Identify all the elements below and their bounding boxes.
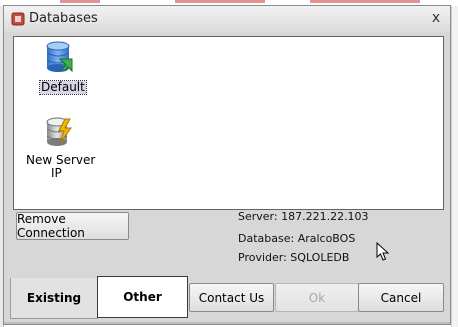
window-app-icon — [11, 12, 25, 26]
server-info: Server: 187.221.22.103 — [238, 210, 369, 223]
tab-existing[interactable]: Existing — [10, 278, 98, 319]
background-text-fragment — [175, 0, 265, 3]
provider-info: Provider: SQLOLEDB — [238, 251, 350, 264]
database-item-new-server-ip[interactable]: New Server IP — [18, 115, 98, 185]
databases-dialog: Databases x Default New Server IP Remove… — [3, 5, 451, 325]
remove-connection-button[interactable]: Remove Connection — [16, 212, 129, 240]
database-label-new-server-line2: IP — [51, 166, 62, 180]
database-list[interactable]: Default New Server IP — [13, 36, 444, 210]
ok-button[interactable]: Ok — [275, 283, 359, 312]
database-info: Database: AralcoBOS — [238, 232, 356, 245]
contact-us-button[interactable]: Contact Us — [189, 283, 274, 312]
new-server-database-icon — [46, 117, 72, 146]
close-icon[interactable]: x — [427, 8, 445, 28]
dialog-bottom-edge — [4, 322, 450, 324]
background-text-fragment — [310, 0, 420, 3]
window-title: Databases — [29, 11, 98, 26]
database-label-default: Default — [39, 80, 87, 95]
background-window-edge-right — [451, 6, 458, 327]
background-text-fragment — [60, 0, 100, 3]
tab-other[interactable]: Other — [97, 276, 188, 318]
mouse-cursor-icon — [376, 242, 390, 261]
database-item-default[interactable]: Default — [28, 39, 88, 99]
database-default-icon — [46, 41, 73, 73]
title-bar[interactable]: Databases x — [4, 6, 450, 32]
cancel-button[interactable]: Cancel — [358, 283, 444, 312]
